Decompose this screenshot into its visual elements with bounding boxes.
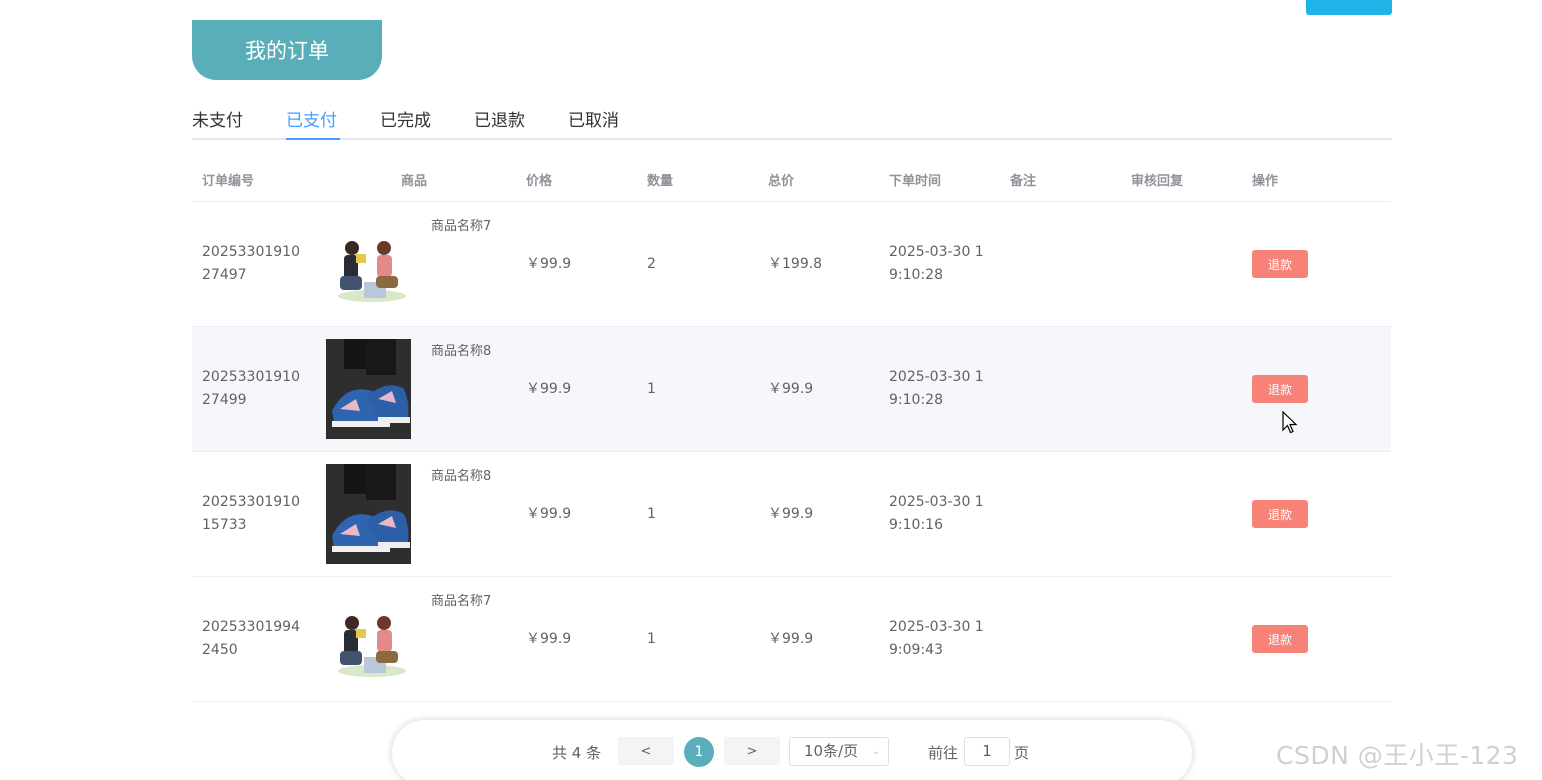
- table-row: 202533019942450 商品名称7 ￥99.9 1 ￥99.9 2025…: [192, 577, 1391, 702]
- total-price: ￥99.9: [768, 631, 814, 647]
- product-image: [326, 589, 411, 689]
- pagination-total: 共 4 条: [552, 744, 602, 762]
- col-qty: 数量: [647, 174, 674, 189]
- tab-completed[interactable]: 已完成: [380, 104, 431, 140]
- illustration-couple-icon: [338, 241, 406, 302]
- tab-unpaid[interactable]: 未支付: [192, 104, 243, 140]
- col-review: 审核回复: [1131, 174, 1184, 189]
- col-order-no: 订单编号: [202, 174, 255, 189]
- product-name: 商品名称7: [431, 594, 492, 609]
- table-row: 2025330191027497 商品名称7 ￥99.9 2 ￥199.8 20…: [192, 202, 1391, 327]
- product-image: [326, 339, 411, 439]
- order-time: 2025-03-30 19:10:28: [889, 244, 984, 283]
- page-number-current[interactable]: 1: [684, 737, 714, 767]
- product-name: 商品名称7: [431, 219, 492, 234]
- total-price: ￥199.8: [768, 256, 823, 272]
- price: ￥99.9: [526, 381, 572, 397]
- quantity: 1: [647, 381, 656, 397]
- order-time: 2025-03-30 19:10:16: [889, 494, 984, 533]
- table-row: 2025330191027499 商品名称8 ￥99.9 1 ￥99.9 202…: [192, 327, 1391, 452]
- product-name: 商品名称8: [431, 344, 492, 359]
- watermark: CSDN @王小王-123: [1276, 741, 1519, 770]
- page-size-value: 10条/页: [804, 742, 859, 760]
- page-size-select[interactable]: 10条/页 ⌄: [789, 737, 889, 766]
- col-price: 价格: [526, 174, 553, 189]
- order-number: 202533019942450: [202, 619, 300, 658]
- col-total: 总价: [768, 174, 795, 189]
- refund-button[interactable]: 退款: [1252, 250, 1308, 278]
- price: ￥99.9: [526, 256, 572, 272]
- goto-page-input[interactable]: 1: [964, 737, 1010, 766]
- goto-label: 前往: [928, 744, 959, 762]
- order-number: 2025330191027497: [202, 244, 300, 283]
- order-time: 2025-03-30 19:09:43: [889, 619, 984, 658]
- status-tabs: 未支付 已支付 已完成 已退款 已取消: [192, 104, 1392, 140]
- top-action-button[interactable]: [1306, 0, 1392, 15]
- page-suffix-label: 页: [1014, 744, 1030, 762]
- table-header: 订单编号 商品 价格 数量 总价 下单时间 备注 审核回复 操作: [192, 154, 1391, 202]
- refund-button[interactable]: 退款: [1252, 375, 1308, 403]
- tab-cancelled[interactable]: 已取消: [568, 104, 619, 140]
- active-tab-indicator: [286, 138, 340, 140]
- pagination: 共 4 条 < 1 > 10条/页 ⌄ 前往 1 页: [392, 720, 1192, 780]
- order-number: 2025330191027499: [202, 369, 300, 408]
- mouse-cursor-icon: [1282, 411, 1298, 434]
- total-price: ￥99.9: [768, 381, 814, 397]
- illustration-couple-icon: [338, 616, 406, 677]
- total-price: ￥99.9: [768, 506, 814, 522]
- sneaker-photo-icon: [326, 464, 411, 564]
- quantity: 2: [647, 256, 656, 272]
- chevron-down-icon: ⌄: [871, 746, 880, 757]
- next-page-button[interactable]: >: [724, 737, 780, 765]
- page-title: 我的订单: [192, 20, 382, 80]
- product-image: [326, 464, 411, 564]
- col-product: 商品: [401, 174, 428, 189]
- price: ￥99.9: [526, 631, 572, 647]
- prev-page-button[interactable]: <: [618, 737, 674, 765]
- sneaker-photo-icon: [326, 339, 411, 439]
- tab-refunded[interactable]: 已退款: [474, 104, 525, 140]
- product-image: [326, 214, 411, 314]
- col-remark: 备注: [1010, 174, 1037, 189]
- product-name: 商品名称8: [431, 469, 492, 484]
- table-row: 2025330191015733 商品名称8 ￥99.9 1 ￥99.9 202…: [192, 452, 1391, 577]
- quantity: 1: [647, 631, 656, 647]
- tab-paid[interactable]: 已支付: [286, 104, 337, 140]
- quantity: 1: [647, 506, 656, 522]
- refund-button[interactable]: 退款: [1252, 500, 1308, 528]
- order-time: 2025-03-30 19:10:28: [889, 369, 984, 408]
- col-action: 操作: [1252, 174, 1279, 189]
- refund-button[interactable]: 退款: [1252, 625, 1308, 653]
- price: ￥99.9: [526, 506, 572, 522]
- orders-table: 订单编号 商品 价格 数量 总价 下单时间 备注 审核回复 操作 2025330…: [192, 154, 1391, 702]
- col-time: 下单时间: [889, 174, 942, 189]
- order-number: 2025330191015733: [202, 494, 300, 533]
